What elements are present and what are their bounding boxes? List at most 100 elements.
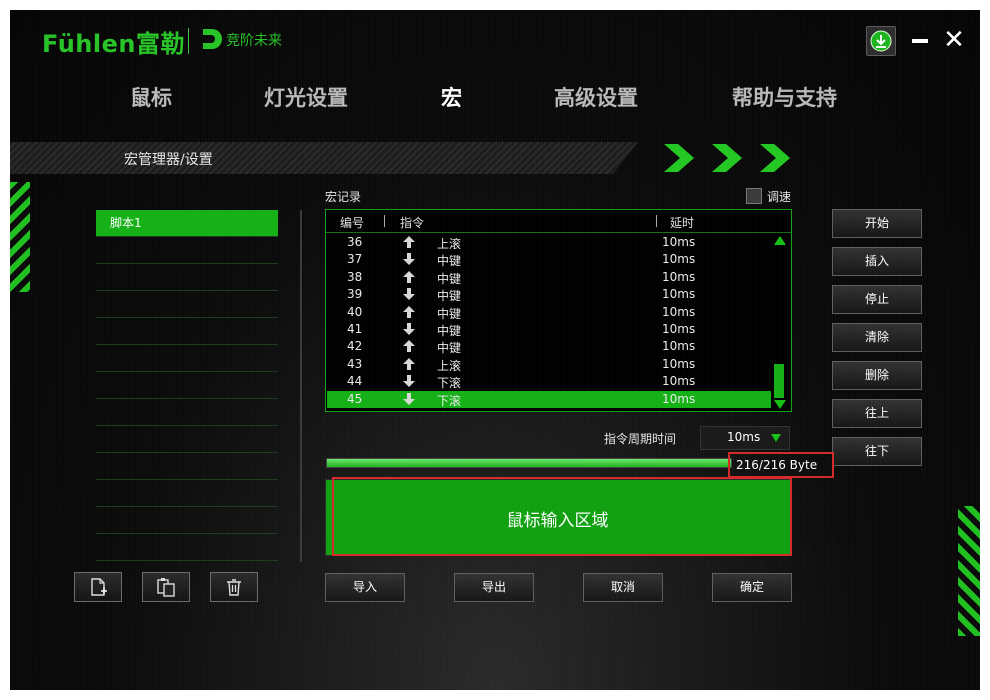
brand-mark-icon: [203, 29, 222, 49]
row-command: 下滚: [437, 393, 462, 408]
arrow-down-icon: [403, 392, 415, 405]
table-header: 编号 指令 延时: [326, 210, 791, 233]
row-command: 上滚: [437, 237, 462, 251]
brand-slogan: 竞阶未来: [226, 33, 282, 49]
copy-paste-icon: [157, 578, 175, 597]
scroll-thumb[interactable]: [774, 364, 784, 398]
table-row[interactable]: 37 中键 10ms: [327, 251, 771, 268]
new-script-button[interactable]: [74, 572, 122, 602]
new-file-icon: [91, 578, 107, 596]
row-delay: 10ms: [662, 391, 696, 406]
brand-logo: Fühlen富勒: [42, 30, 185, 58]
memory-usage-text: 216/216 Byte: [728, 452, 834, 478]
tab-mouse[interactable]: 鼠标: [130, 82, 172, 112]
confirm-button[interactable]: 确定: [712, 573, 792, 602]
start-button[interactable]: 开始: [832, 209, 922, 238]
row-delay: 10ms: [662, 252, 696, 267]
cancel-button[interactable]: 取消: [583, 573, 663, 602]
cycle-time-label: 指令周期时间: [604, 432, 677, 446]
move-up-button[interactable]: 往上: [832, 399, 922, 428]
row-index: 43: [347, 356, 363, 371]
tab-lighting[interactable]: 灯光设置: [264, 82, 348, 112]
row-delay: 10ms: [662, 322, 696, 336]
row-command: 中键: [437, 341, 462, 356]
macro-record-table: 编号 指令 延时 36 上滚 10ms 37 中键 10ms 38 中键 10ms 39 中键 10m…: [325, 209, 792, 412]
arrow-up-icon: [403, 270, 415, 283]
table-row[interactable]: 45 下滚 10ms: [327, 390, 771, 408]
trash-icon: [227, 579, 241, 596]
delete-script-button[interactable]: [210, 572, 258, 602]
arrow-down-icon: [403, 288, 415, 301]
table-row[interactable]: 43 上滚 10ms: [327, 356, 771, 373]
row-command: 中键: [437, 271, 462, 286]
row-delay: 10ms: [662, 304, 696, 319]
row-index: 45: [347, 391, 363, 406]
tab-advanced[interactable]: 高级设置: [554, 82, 638, 112]
download-button[interactable]: [866, 26, 896, 56]
script-item[interactable]: 脚本1: [96, 210, 278, 237]
script-slot-empty[interactable]: [96, 318, 278, 345]
script-slot-empty[interactable]: [96, 264, 278, 291]
table-row[interactable]: 38 中键 10ms: [327, 269, 771, 286]
chevron-right-icon: [664, 144, 694, 172]
section-banner: [10, 142, 638, 174]
tab-macro[interactable]: 宏: [441, 82, 462, 112]
move-down-button[interactable]: 往下: [832, 437, 922, 466]
section-title: 宏管理器/设置: [124, 152, 213, 168]
row-index: 39: [347, 287, 363, 302]
chevron-right-icon: [712, 144, 742, 172]
table-row[interactable]: 40 中键 10ms: [327, 304, 771, 321]
import-button[interactable]: 导入: [325, 573, 405, 602]
arrow-up-icon: [403, 305, 415, 318]
scroll-down-arrow-icon[interactable]: [774, 400, 786, 409]
script-slot-empty[interactable]: [96, 372, 278, 399]
script-slot-empty[interactable]: [96, 426, 278, 453]
tab-help[interactable]: 帮助与支持: [732, 82, 837, 112]
row-command: 下滚: [437, 376, 462, 391]
script-slot-empty[interactable]: [96, 480, 278, 507]
row-command: 中键: [437, 289, 462, 304]
row-index: 41: [347, 322, 363, 336]
speed-checkbox[interactable]: [746, 188, 762, 204]
delete-button[interactable]: 删除: [832, 361, 922, 390]
script-slot-empty[interactable]: [96, 507, 278, 534]
brand-separator: [188, 28, 189, 54]
row-command: 中键: [437, 254, 462, 269]
scroll-up-arrow-icon[interactable]: [774, 236, 786, 245]
close-button[interactable]: ✕: [940, 26, 968, 54]
script-slot-empty[interactable]: [96, 291, 278, 318]
script-slot-empty[interactable]: [96, 345, 278, 372]
row-index: 40: [347, 304, 363, 319]
speed-label: 调速: [767, 190, 792, 204]
minimize-button[interactable]: [908, 26, 936, 54]
decor-stripes-left: [10, 182, 30, 292]
app-window: Fühlen富勒 竞阶未来 ✕ 鼠标 灯光设置 宏 高级设置 帮助与支持 宏管理…: [10, 10, 980, 690]
clear-button[interactable]: 清除: [832, 323, 922, 352]
column-header-command: 指令: [400, 216, 425, 230]
stop-button[interactable]: 停止: [832, 285, 922, 314]
script-slot-empty[interactable]: [96, 534, 278, 561]
table-scrollbar[interactable]: [772, 234, 788, 410]
script-list: 脚本1: [96, 210, 278, 561]
row-command: 中键: [437, 306, 462, 321]
export-button[interactable]: 导出: [454, 573, 534, 602]
copy-script-button[interactable]: [142, 572, 190, 602]
table-row[interactable]: 39 中键 10ms: [327, 286, 771, 303]
table-row[interactable]: 44 下滚 10ms: [327, 373, 771, 390]
row-delay: 10ms: [662, 356, 696, 371]
column-header-delay: 延时: [670, 216, 695, 230]
script-slot-empty[interactable]: [96, 399, 278, 426]
row-delay: 10ms: [662, 269, 696, 284]
row-delay: 10ms: [662, 374, 696, 389]
arrow-down-icon: [403, 253, 415, 266]
chevron-right-icon: [760, 144, 790, 172]
row-delay: 10ms: [662, 235, 696, 249]
script-slot-empty[interactable]: [96, 237, 278, 264]
table-row[interactable]: 42 中键 10ms: [327, 338, 771, 355]
table-row[interactable]: 41 中键 10ms: [327, 321, 771, 338]
close-icon: ✕: [943, 25, 965, 55]
script-slot-empty[interactable]: [96, 453, 278, 480]
insert-button[interactable]: 插入: [832, 247, 922, 276]
cycle-time-select[interactable]: 10ms: [700, 426, 790, 450]
table-row[interactable]: 36 上滚 10ms: [327, 234, 771, 251]
